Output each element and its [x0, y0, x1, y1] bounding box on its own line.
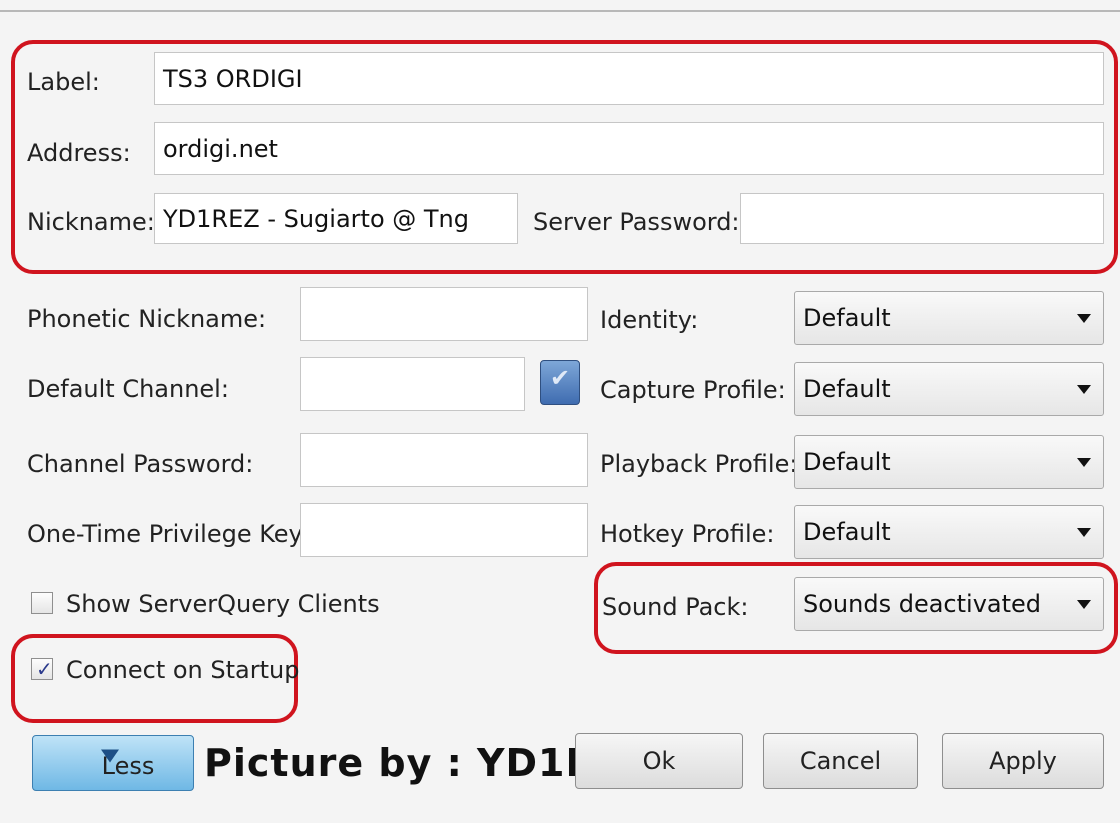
- hotkey-profile-caption: Hotkey Profile:: [600, 520, 775, 548]
- privilege-key-field[interactable]: [300, 503, 588, 557]
- hotkey-profile-select[interactable]: Default: [794, 505, 1104, 559]
- address-caption: Address:: [27, 139, 131, 167]
- show-serverquery-label: Show ServerQuery Clients: [66, 590, 380, 618]
- phonetic-nickname-caption: Phonetic Nickname:: [27, 305, 267, 333]
- apply-button[interactable]: Apply: [942, 733, 1104, 789]
- server-password-caption: Server Password:: [533, 208, 740, 236]
- checkmark-icon: ✓: [36, 657, 53, 681]
- hotkey-profile-value: Default: [803, 518, 891, 546]
- playback-profile-value: Default: [803, 448, 891, 476]
- chevron-down-icon: [1077, 528, 1091, 537]
- checkmark-icon: ✔: [550, 364, 571, 392]
- top-divider: [0, 0, 1120, 12]
- less-button[interactable]: Less: [32, 735, 194, 791]
- ok-button[interactable]: Ok: [575, 733, 743, 789]
- capture-profile-value: Default: [803, 375, 891, 403]
- nickname-field-value: YD1REZ - Sugiarto @ Tng: [163, 204, 469, 233]
- capture-profile-select[interactable]: Default: [794, 362, 1104, 416]
- cancel-button[interactable]: Cancel: [763, 733, 918, 789]
- channel-password-field[interactable]: [300, 433, 588, 487]
- playback-profile-select[interactable]: Default: [794, 435, 1104, 489]
- sound-pack-select[interactable]: Sounds deactivated: [794, 577, 1104, 631]
- identity-caption: Identity:: [600, 306, 699, 334]
- chevron-down-icon: [1077, 314, 1091, 323]
- phonetic-nickname-field[interactable]: [300, 287, 588, 341]
- cancel-button-label: Cancel: [799, 747, 882, 775]
- chevron-down-icon: [1077, 600, 1091, 609]
- chevron-down-icon: [1077, 385, 1091, 394]
- playback-profile-caption: Playback Profile:: [600, 450, 798, 478]
- label-field[interactable]: TS3 ORDIGI: [154, 52, 1104, 105]
- address-field[interactable]: ordigi.net: [154, 122, 1104, 175]
- show-serverquery-checkbox[interactable]: [31, 592, 53, 614]
- address-field-value: ordigi.net: [163, 134, 278, 163]
- sound-pack-caption: Sound Pack:: [602, 593, 749, 621]
- server-password-field[interactable]: [740, 193, 1104, 244]
- nickname-caption: Nickname:: [27, 208, 155, 236]
- connect-on-startup-checkbox[interactable]: ✓: [31, 657, 53, 681]
- label-caption: Label:: [27, 68, 100, 96]
- privilege-key-caption: One-Time Privilege Key:: [27, 520, 310, 548]
- default-channel-caption: Default Channel:: [27, 375, 229, 403]
- chevron-down-icon: [1077, 458, 1091, 467]
- nickname-field[interactable]: YD1REZ - Sugiarto @ Tng: [154, 193, 518, 244]
- channel-picker-button[interactable]: ✔: [540, 360, 580, 405]
- channel-password-caption: Channel Password:: [27, 450, 254, 478]
- identity-select-value: Default: [803, 304, 891, 332]
- label-field-value: TS3 ORDIGI: [163, 64, 303, 93]
- less-button-label: Less: [101, 751, 155, 780]
- sound-pack-value: Sounds deactivated: [803, 590, 1042, 618]
- default-channel-field[interactable]: [300, 357, 525, 411]
- connect-on-startup-label: Connect on Startup: [66, 656, 300, 684]
- identity-select[interactable]: Default: [794, 291, 1104, 345]
- capture-profile-caption: Capture Profile:: [600, 376, 786, 404]
- apply-button-label: Apply: [989, 747, 1057, 775]
- ok-button-label: Ok: [642, 747, 676, 775]
